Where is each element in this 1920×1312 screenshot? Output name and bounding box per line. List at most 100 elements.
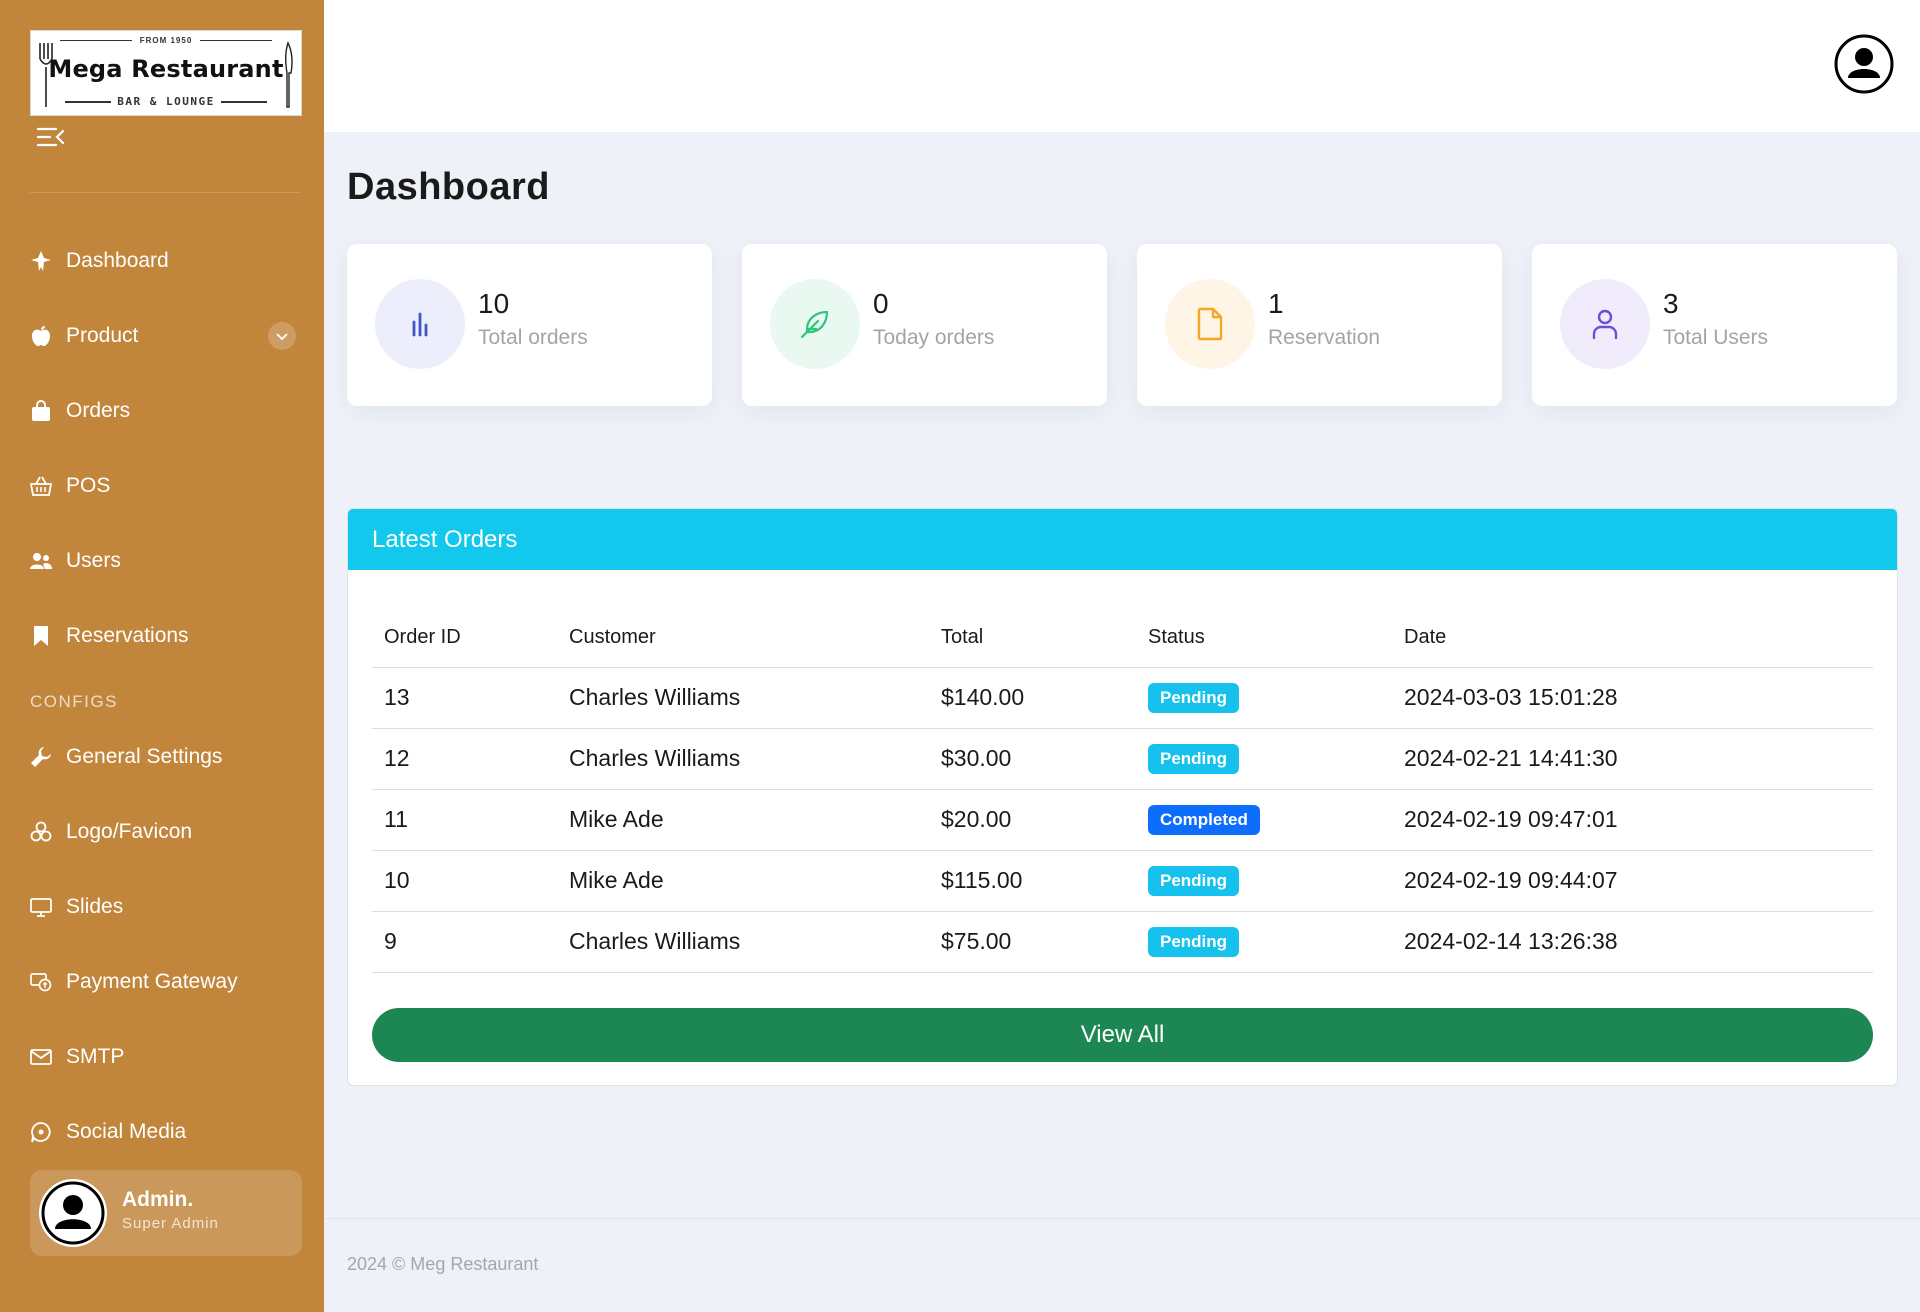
sidebar-item-dashboard[interactable]: Dashboard (30, 241, 300, 281)
configs-heading: CONFIGS (30, 692, 118, 711)
sidebar-item-general-settings[interactable]: General Settings (30, 737, 300, 777)
user-avatar-icon[interactable] (1834, 34, 1894, 94)
user-icon (1560, 279, 1650, 369)
menu-collapse-icon[interactable] (36, 124, 66, 150)
status-cell: Pending (1136, 728, 1392, 790)
table-row[interactable]: 9 Charles Williams $75.00 Pending 2024-0… (372, 911, 1873, 973)
column-header-total: Total (929, 609, 1136, 668)
column-header-customer: Customer (557, 609, 929, 668)
avatar (39, 1179, 107, 1247)
chat-icon (30, 1121, 52, 1143)
knife-icon (285, 41, 293, 108)
customer-name: Mike Ade (557, 789, 929, 851)
top-bar (324, 0, 1920, 132)
file-icon (1165, 279, 1255, 369)
status-badge: Pending (1148, 683, 1240, 713)
stat-label: Today orders (873, 326, 995, 349)
sidebar-item-users[interactable]: Users (30, 541, 300, 581)
payment-icon (30, 971, 52, 993)
column-header-status: Status (1136, 609, 1392, 668)
stat-label: Total orders (478, 326, 588, 349)
order-date: 2024-03-03 15:01:28 (1392, 667, 1873, 729)
column-header-date: Date (1392, 609, 1873, 668)
table-row[interactable]: 13 Charles Williams $140.00 Pending 2024… (372, 667, 1873, 729)
chevron-down-icon[interactable] (268, 322, 296, 350)
bookmark-icon (30, 625, 52, 647)
monitor-icon (30, 896, 52, 918)
sidebar-item-label: Product (66, 324, 139, 347)
sidebar-item-label: SMTP (66, 1045, 125, 1068)
stat-card-today-orders: 0 Today orders (742, 244, 1107, 406)
order-total: $20.00 (929, 789, 1136, 851)
status-cell: Completed (1136, 789, 1392, 851)
admin-role: Super Admin (122, 1215, 219, 1232)
sidebar-item-logo-favicon[interactable]: Logo/Favicon (30, 812, 300, 852)
status-cell: Pending (1136, 911, 1392, 973)
status-badge: Pending (1148, 927, 1240, 957)
order-total: $115.00 (929, 850, 1136, 912)
status-badge: Pending (1148, 866, 1240, 896)
sidebar-item-label: Dashboard (66, 249, 169, 272)
sidebar-item-label: General Settings (66, 745, 223, 768)
latest-orders-panel: Latest Orders Order ID Customer Total St… (347, 508, 1898, 1086)
sidebar-item-pos[interactable]: POS (30, 466, 300, 506)
logo-tagline-bottom: BAR & LOUNGE (31, 95, 301, 108)
status-badge: Pending (1148, 744, 1240, 774)
table-row[interactable]: 11 Mike Ade $20.00 Completed 2024-02-19 … (372, 789, 1873, 851)
order-date: 2024-02-19 09:44:07 (1392, 850, 1873, 912)
stat-value: 1 (1268, 288, 1284, 319)
grid-icon (30, 821, 52, 843)
sidebar-item-label: Social Media (66, 1120, 187, 1143)
panel-title: Latest Orders (372, 525, 518, 553)
table-header-row: Order ID Customer Total Status Date (372, 609, 1873, 668)
status-badge: Completed (1148, 805, 1260, 835)
order-total: $75.00 (929, 911, 1136, 973)
sidebar-item-orders[interactable]: Orders (30, 391, 300, 431)
stat-card-reservation: 1 Reservation (1137, 244, 1502, 406)
feather-icon (770, 279, 860, 369)
stat-card-total-orders: 10 Total orders (347, 244, 712, 406)
stat-label: Total Users (1663, 326, 1769, 349)
logo-tagline-top: FROM 1950 (31, 36, 301, 45)
stat-value: 0 (873, 288, 889, 319)
sidebar-item-label: Logo/Favicon (66, 820, 193, 843)
envelope-icon (30, 1046, 52, 1068)
sidebar-item-product[interactable]: Product (30, 316, 300, 356)
order-date: 2024-02-19 09:47:01 (1392, 789, 1873, 851)
sidebar: FROM 1950 Mega Restaurant BAR & LOUNGE D… (0, 0, 324, 1312)
sidebar-item-social-media[interactable]: Social Media (30, 1112, 300, 1152)
users-icon (30, 550, 52, 572)
sidebar-item-payment-gateway[interactable]: Payment Gateway (30, 962, 300, 1002)
sidebar-item-label: Reservations (66, 624, 189, 647)
apple-icon (30, 325, 52, 347)
customer-name: Mike Ade (557, 850, 929, 912)
customer-name: Charles Williams (557, 728, 929, 790)
sidebar-item-label: Slides (66, 895, 124, 918)
bag-icon (30, 400, 52, 422)
table-row[interactable]: 12 Charles Williams $30.00 Pending 2024-… (372, 728, 1873, 790)
order-id: 13 (372, 667, 557, 729)
order-id: 11 (372, 789, 557, 851)
page-title: Dashboard (347, 166, 550, 208)
wrench-icon (30, 746, 52, 768)
sidebar-item-smtp[interactable]: SMTP (30, 1037, 300, 1077)
table-row[interactable]: 10 Mike Ade $115.00 Pending 2024-02-19 0… (372, 850, 1873, 912)
admin-profile-card[interactable]: Admin. Super Admin (30, 1170, 302, 1256)
sidebar-item-reservations[interactable]: Reservations (30, 616, 300, 656)
sidebar-item-label: POS (66, 474, 111, 497)
rocket-icon (30, 250, 52, 272)
status-cell: Pending (1136, 667, 1392, 729)
stat-card-total-users: 3 Total Users (1532, 244, 1897, 406)
sidebar-item-slides[interactable]: Slides (30, 887, 300, 927)
stat-value: 3 (1663, 288, 1679, 319)
orders-table: Order ID Customer Total Status Date 13 C… (372, 609, 1873, 973)
restaurant-logo[interactable]: FROM 1950 Mega Restaurant BAR & LOUNGE (30, 30, 302, 116)
sidebar-item-label: Users (66, 549, 121, 572)
admin-name: Admin. (122, 1188, 194, 1211)
sidebar-item-label: Payment Gateway (66, 970, 238, 993)
status-cell: Pending (1136, 850, 1392, 912)
view-all-button[interactable]: View All (372, 1008, 1873, 1062)
sidebar-item-label: Orders (66, 399, 131, 422)
logo-name: Mega Restaurant (48, 55, 284, 83)
customer-name: Charles Williams (557, 667, 929, 729)
